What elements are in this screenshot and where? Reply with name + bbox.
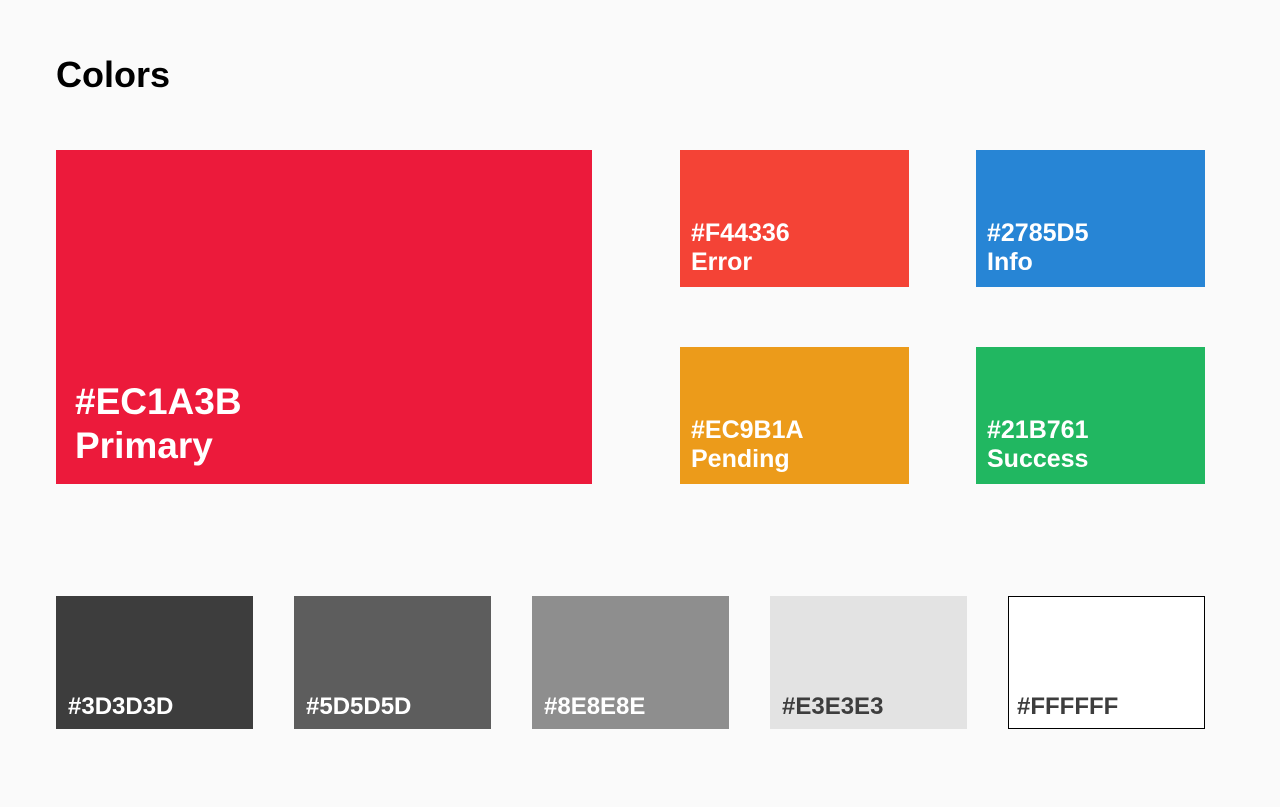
swatch-name: Primary bbox=[75, 425, 213, 466]
swatch-caption: #8E8E8E bbox=[544, 693, 645, 721]
swatch-name: Success bbox=[987, 445, 1089, 473]
swatch-hex: #5D5D5D bbox=[306, 693, 412, 720]
swatch-caption: #EC1A3B Primary bbox=[75, 380, 242, 468]
swatch-caption: #F44336 Error bbox=[691, 219, 790, 277]
page-title: Colors bbox=[56, 54, 171, 95]
swatch-caption: #5D5D5D bbox=[306, 693, 411, 721]
color-swatch-pending: #EC9B1A Pending bbox=[680, 347, 909, 484]
swatch-name: Info bbox=[987, 248, 1033, 276]
swatch-caption: #21B761 Success bbox=[987, 416, 1088, 474]
swatch-hex: #EC9B1A bbox=[691, 416, 804, 444]
color-swatch-white: #FFFFFF bbox=[1008, 596, 1205, 729]
color-swatch-gray-4: #E3E3E3 bbox=[770, 596, 967, 729]
color-swatch-gray-2: #5D5D5D bbox=[294, 596, 491, 729]
color-swatch-gray-3: #8E8E8E bbox=[532, 596, 729, 729]
swatch-name: Pending bbox=[691, 445, 790, 473]
color-swatch-gray-1: #3D3D3D bbox=[56, 596, 253, 729]
swatch-hex: #8E8E8E bbox=[544, 693, 646, 720]
color-swatch-error: #F44336 Error bbox=[680, 150, 909, 287]
swatch-hex: #F44336 bbox=[691, 219, 790, 247]
swatch-hex: #FFFFFF bbox=[1017, 693, 1119, 720]
color-swatch-success: #21B761 Success bbox=[976, 347, 1205, 484]
swatch-caption: #FFFFFF bbox=[1017, 693, 1118, 721]
swatch-hex: #21B761 bbox=[987, 416, 1089, 444]
swatch-hex: #3D3D3D bbox=[68, 693, 174, 720]
swatch-caption: #3D3D3D bbox=[68, 693, 173, 721]
swatch-hex: #2785D5 bbox=[987, 219, 1089, 247]
swatch-caption: #EC9B1A Pending bbox=[691, 416, 804, 474]
swatch-hex: #EC1A3B bbox=[75, 381, 242, 422]
color-swatch-info: #2785D5 Info bbox=[976, 150, 1205, 287]
color-swatch-primary: #EC1A3B Primary bbox=[56, 150, 592, 484]
swatch-hex: #E3E3E3 bbox=[782, 693, 884, 720]
swatch-caption: #2785D5 Info bbox=[987, 219, 1088, 277]
swatch-caption: #E3E3E3 bbox=[782, 693, 883, 721]
swatch-name: Error bbox=[691, 248, 753, 276]
